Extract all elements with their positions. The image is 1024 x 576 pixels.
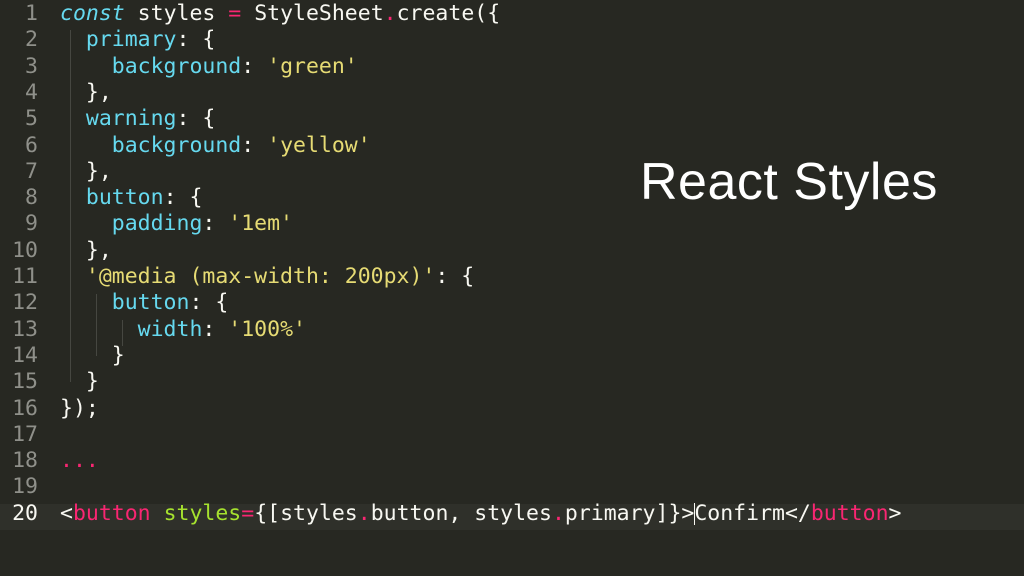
code-token: '100%' bbox=[228, 316, 306, 342]
code-line[interactable]: } bbox=[60, 343, 125, 369]
code-token: }, bbox=[60, 237, 112, 263]
code-editor[interactable]: 1 2 3 4 5 6 7 8 9 10 11 12 13 14 15 16 17 18 19 20 const st… bbox=[0, 0, 1024, 576]
code-line[interactable]: } bbox=[60, 369, 99, 395]
code-token: }); bbox=[60, 395, 99, 421]
code-token: } bbox=[60, 342, 125, 368]
line-number: 17 bbox=[12, 421, 38, 447]
line-number: 18 bbox=[12, 448, 38, 474]
code-line[interactable]: ... bbox=[60, 448, 99, 474]
code-token: = bbox=[228, 1, 242, 26]
code-line[interactable]: }); bbox=[60, 396, 99, 422]
code-token: background bbox=[111, 53, 242, 79]
code-token: : bbox=[202, 316, 229, 342]
code-token: . bbox=[551, 500, 565, 526]
line-number: 7 bbox=[25, 158, 38, 184]
code-line[interactable]: padding: '1em' bbox=[60, 211, 293, 237]
code-line[interactable]: const styles = StyleSheet.create({ bbox=[60, 1, 500, 27]
code-line[interactable]: <button styles={[styles.button, styles.p… bbox=[60, 501, 901, 527]
code-token: : { bbox=[435, 264, 475, 289]
line-number-gutter: 1 2 3 4 5 6 7 8 9 10 11 12 13 14 15 16 17 18 19 20 bbox=[0, 0, 46, 576]
code-token: styles bbox=[163, 500, 242, 526]
code-token: background bbox=[111, 132, 242, 158]
code-token: 'yellow' bbox=[267, 132, 371, 158]
code-token: const bbox=[60, 1, 125, 26]
line-number: 12 bbox=[12, 290, 38, 316]
code-token: {[styles bbox=[254, 500, 358, 526]
code-token: : { bbox=[163, 185, 203, 211]
code-token: StyleSheet bbox=[241, 1, 384, 26]
code-token: : { bbox=[176, 106, 216, 132]
code-line[interactable]: }, bbox=[60, 159, 112, 185]
code-token: : bbox=[202, 211, 229, 237]
code-token: } bbox=[60, 369, 99, 395]
code-line[interactable]: button: { bbox=[60, 290, 229, 316]
line-number: 14 bbox=[12, 342, 38, 368]
line-number: 4 bbox=[25, 79, 38, 105]
code-line[interactable]: }, bbox=[60, 238, 112, 264]
code-token: > bbox=[888, 500, 902, 526]
code-token: : bbox=[241, 53, 268, 79]
code-token: < bbox=[60, 500, 73, 526]
code-token: Confirm</ bbox=[694, 500, 811, 526]
code-token: : bbox=[241, 132, 268, 158]
line-number: 2 bbox=[25, 27, 38, 53]
code-token: : { bbox=[176, 27, 216, 53]
line-number: 10 bbox=[12, 237, 38, 263]
code-line[interactable]: warning: { bbox=[60, 106, 215, 132]
line-number: 16 bbox=[12, 395, 38, 421]
code-token: warning bbox=[85, 106, 177, 132]
line-number: 19 bbox=[12, 474, 38, 500]
line-number: 20 bbox=[12, 500, 38, 526]
code-token: = bbox=[241, 500, 255, 526]
line-number: 6 bbox=[25, 132, 38, 158]
code-line[interactable]: button: { bbox=[60, 185, 203, 211]
code-token: . bbox=[383, 1, 397, 26]
code-token: ... bbox=[60, 448, 99, 474]
line-number: 13 bbox=[12, 316, 38, 342]
slide-title: React Styles bbox=[640, 153, 938, 211]
code-token: primary]}> bbox=[564, 500, 695, 526]
line-number: 3 bbox=[25, 53, 38, 79]
code-token: padding bbox=[111, 211, 203, 237]
code-line[interactable]: '@media (max-width: 200px)': { bbox=[60, 264, 474, 290]
line-number: 15 bbox=[12, 369, 38, 395]
code-token: button, styles bbox=[370, 500, 552, 526]
code-token: }, bbox=[60, 158, 112, 184]
code-line[interactable]: background: 'yellow' bbox=[60, 133, 371, 159]
line-number: 5 bbox=[25, 106, 38, 132]
code-token: styles bbox=[124, 1, 229, 26]
line-number: 9 bbox=[25, 211, 38, 237]
code-line[interactable]: width: '100%' bbox=[60, 317, 306, 343]
code-token: button bbox=[85, 185, 164, 211]
code-token: button bbox=[111, 290, 190, 316]
code-token: button bbox=[810, 500, 889, 526]
code-token: width bbox=[137, 316, 203, 342]
line-number: 1 bbox=[25, 1, 38, 26]
code-token: '1em' bbox=[228, 211, 294, 237]
code-line[interactable]: }, bbox=[60, 80, 112, 106]
code-token: }, bbox=[60, 79, 112, 105]
code-token: '@media (max-width: 200px)' bbox=[85, 264, 436, 289]
line-number: 8 bbox=[25, 185, 38, 211]
code-token: button bbox=[72, 500, 151, 526]
code-token: 'green' bbox=[267, 53, 358, 79]
code-line[interactable]: background: 'green' bbox=[60, 54, 358, 80]
code-token: . bbox=[357, 500, 371, 526]
code-token: : { bbox=[189, 290, 229, 316]
code-token: create({ bbox=[396, 1, 501, 26]
line-number: 11 bbox=[12, 264, 38, 289]
code-line[interactable]: primary: { bbox=[60, 27, 215, 53]
code-token: primary bbox=[85, 27, 177, 53]
